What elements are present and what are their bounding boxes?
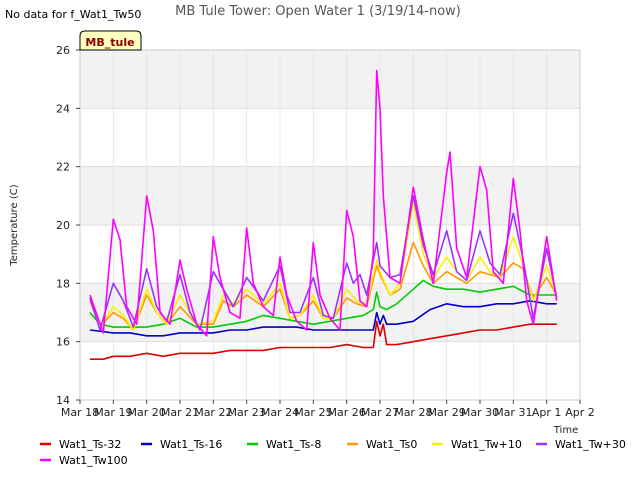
- y-tick-label: 14: [56, 394, 70, 407]
- badge-label: MB_tule: [85, 36, 134, 49]
- y-axis-label: Temperature (C): [9, 184, 20, 266]
- legend-label: Wat1_Tw100: [59, 454, 128, 467]
- legend-item-Wat1_Tw100: Wat1_Tw100: [40, 454, 128, 467]
- y-tick-label: 16: [56, 336, 70, 349]
- y-tick-label: 20: [56, 219, 70, 232]
- legend: Wat1_Ts-32 Wat1_Ts-16 Wat1_Ts-8 Wat1_Ts0 Wat…: [40, 438, 626, 467]
- y-tick-label: 22: [56, 161, 70, 174]
- chart: No data for f_Wat1_Tw50 MB Tule Tower: O…: [5, 4, 626, 467]
- legend-label: Wat1_Ts-8: [266, 438, 321, 451]
- mb-tule-badge: MB_tule: [79, 30, 142, 51]
- grid-band: [80, 166, 580, 225]
- chart-title: MB Tule Tower: Open Water 1 (3/19/14-now…: [175, 4, 461, 19]
- y-axis: 14 16 18 20 22 24 26: [56, 44, 80, 407]
- legend-item-Wat1_Tw+10: Wat1_Tw+10: [432, 438, 522, 451]
- grid-band: [80, 283, 580, 342]
- no-data-note: No data for f_Wat1_Tw50: [5, 8, 141, 21]
- legend-item-Wat1_Tw+30: Wat1_Tw+30: [536, 438, 626, 451]
- x-tick-label: Apr 2: [565, 406, 595, 419]
- legend-item-Wat1_Ts-16: Wat1_Ts-16: [141, 438, 222, 451]
- legend-label: Wat1_Ts0: [366, 438, 417, 451]
- grid-band: [80, 50, 580, 109]
- legend-item-Wat1_Ts0: Wat1_Ts0: [347, 438, 417, 451]
- y-tick-label: 18: [56, 277, 70, 290]
- legend-label: Wat1_Tw+10: [451, 438, 522, 451]
- legend-label: Wat1_Ts-16: [160, 438, 222, 451]
- y-tick-label: 24: [56, 102, 70, 115]
- x-axis-label: Time: [553, 425, 578, 436]
- legend-label: Wat1_Tw+30: [555, 438, 626, 451]
- x-tick-label: Apr 1: [532, 406, 562, 419]
- legend-label: Wat1_Ts-32: [59, 438, 121, 451]
- x-tick-label: Mar 31: [494, 406, 532, 419]
- y-tick-label: 26: [56, 44, 70, 57]
- legend-item-Wat1_Ts-32: Wat1_Ts-32: [40, 438, 121, 451]
- legend-item-Wat1_Ts-8: Wat1_Ts-8: [247, 438, 321, 451]
- x-axis: Mar 18Mar 19Mar 20Mar 21Mar 22Mar 23Mar …: [61, 400, 595, 419]
